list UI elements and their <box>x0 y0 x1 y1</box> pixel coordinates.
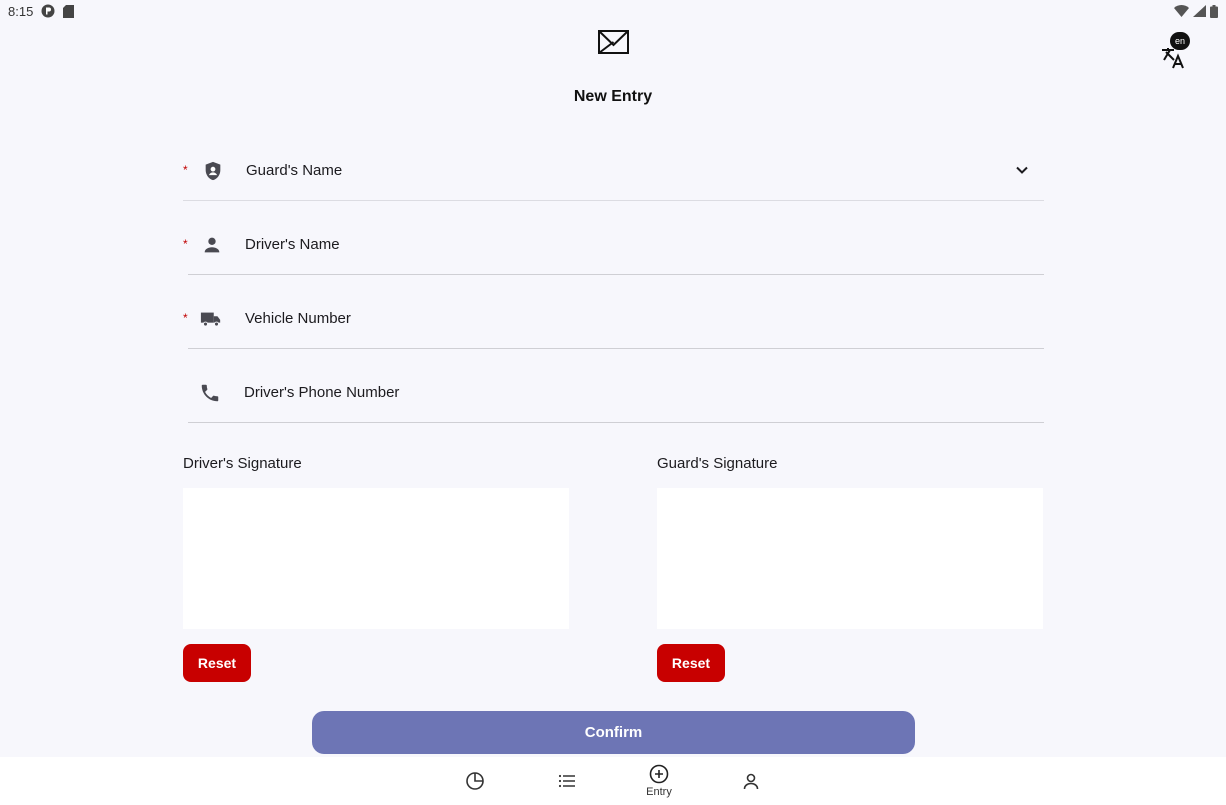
required-marker: * <box>183 237 188 251</box>
wifi-icon <box>1174 5 1189 17</box>
driver-phone-field[interactable]: Driver's Phone Number <box>183 363 1044 423</box>
signal-icon <box>1193 5 1206 17</box>
battery-icon <box>1210 4 1218 18</box>
bottom-navigation: Entry <box>0 757 1226 805</box>
driver-name-label: Driver's Name <box>245 236 340 253</box>
guard-name-dropdown[interactable]: * Guard's Name <box>183 141 1044 201</box>
status-time: 8:15 <box>8 3 34 19</box>
guard-signature-reset-button[interactable]: Reset <box>657 644 725 682</box>
confirm-button[interactable]: Confirm <box>312 711 915 754</box>
field-underline <box>183 200 1044 201</box>
driver-signature-label: Driver's Signature <box>183 455 302 472</box>
required-marker: * <box>183 163 188 177</box>
pie-chart-icon <box>466 772 484 790</box>
list-icon <box>558 774 575 788</box>
page-title: New Entry <box>573 88 653 105</box>
nav-item-list[interactable] <box>537 757 597 805</box>
phone-icon <box>201 384 219 402</box>
guard-signature-label: Guard's Signature <box>657 455 778 472</box>
field-underline <box>188 274 1044 275</box>
language-badge: en <box>1170 32 1190 50</box>
field-underline <box>188 422 1044 423</box>
field-underline <box>188 348 1044 349</box>
guard-signature-pad[interactable] <box>657 488 1043 629</box>
guard-name-label: Guard's Name <box>246 162 343 179</box>
driver-name-field[interactable]: * Driver's Name <box>183 215 1044 275</box>
truck-icon <box>200 312 221 327</box>
app-notification-icon <box>41 4 55 18</box>
add-circle-icon <box>649 764 669 784</box>
required-marker: * <box>183 311 188 325</box>
nav-item-profile[interactable] <box>721 757 781 805</box>
nav-item-entry[interactable]: Entry <box>629 757 689 805</box>
chevron-down-icon[interactable] <box>1013 161 1031 179</box>
driver-phone-label: Driver's Phone Number <box>244 384 400 401</box>
status-bar: 8:15 <box>0 0 1226 22</box>
vehicle-number-field[interactable]: * Vehicle Number <box>183 289 1044 349</box>
profile-icon <box>743 773 759 790</box>
nav-item-entry-label: Entry <box>646 786 672 798</box>
app-logo-icon <box>598 30 629 54</box>
nav-item-dashboard[interactable] <box>445 757 505 805</box>
vehicle-number-label: Vehicle Number <box>245 310 351 327</box>
person-icon <box>204 237 220 253</box>
sd-card-icon <box>63 4 75 18</box>
shield-person-icon <box>205 161 221 181</box>
language-button[interactable]: en <box>1158 30 1192 70</box>
driver-signature-pad[interactable] <box>183 488 569 629</box>
driver-signature-reset-button[interactable]: Reset <box>183 644 251 682</box>
